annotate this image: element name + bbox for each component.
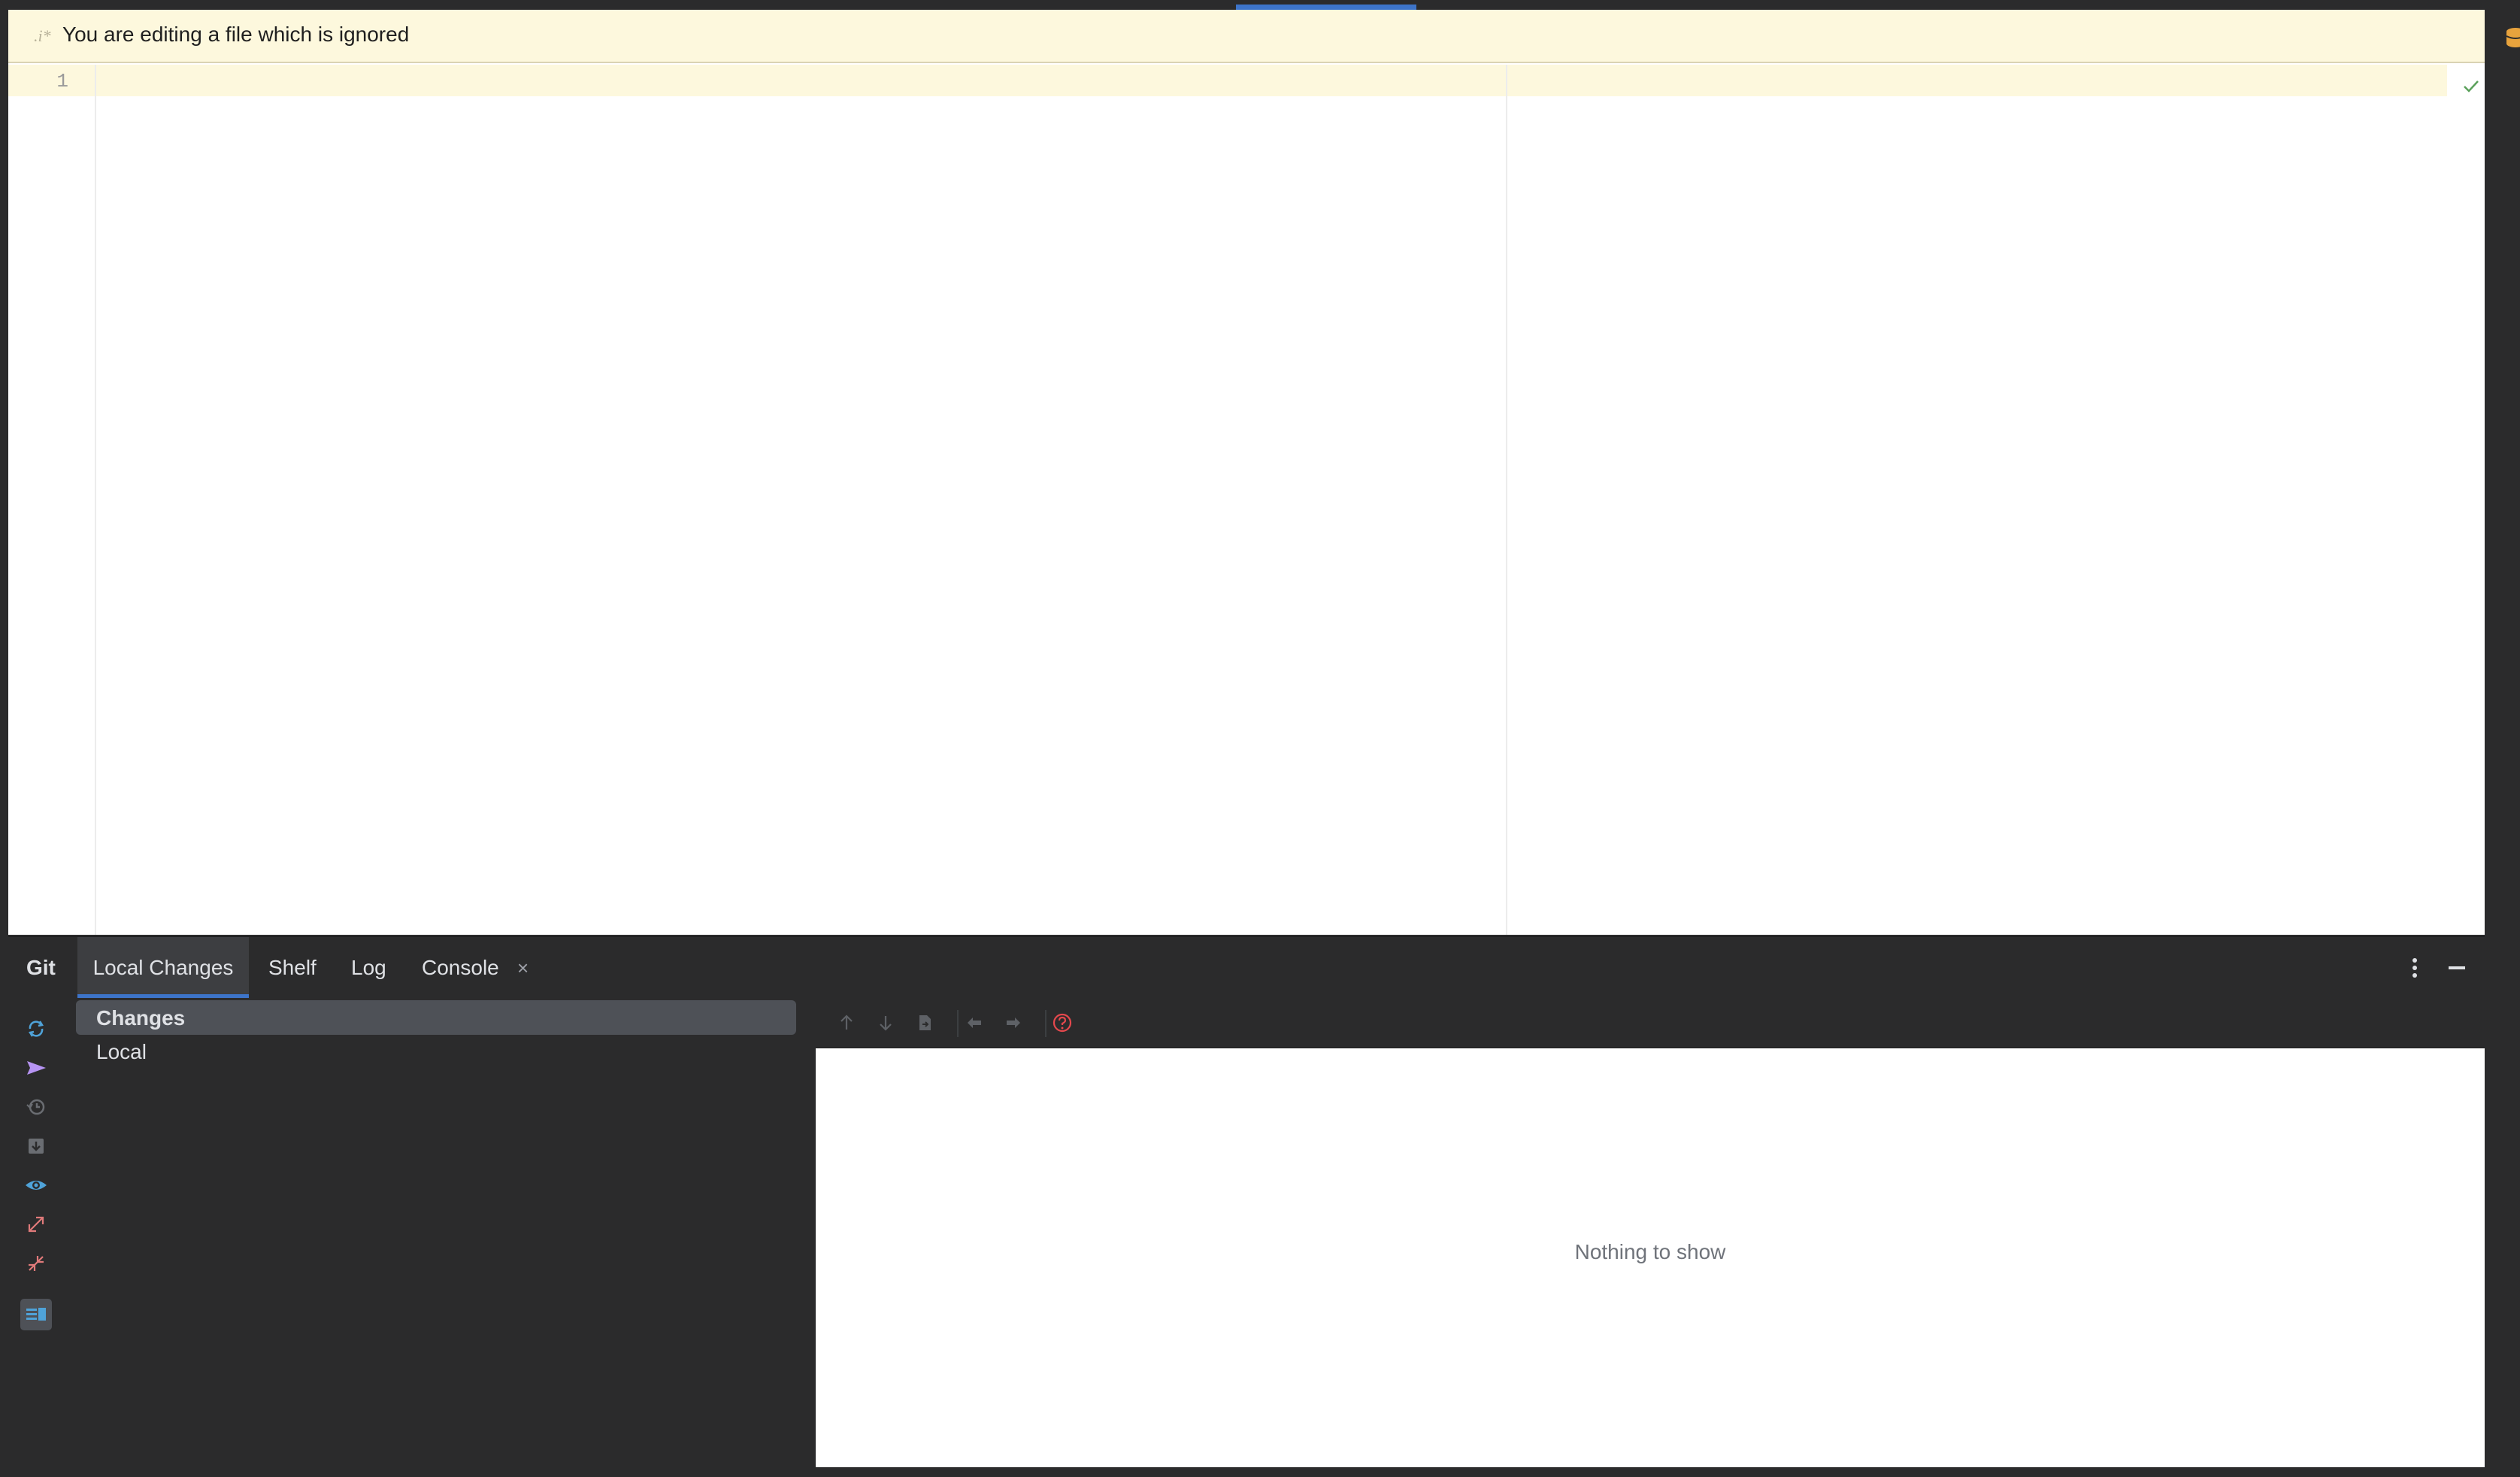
show-diff-preview-icon[interactable] [20, 1299, 52, 1330]
git-tool-window-body: Changes Local Nothing to show [8, 998, 2485, 1467]
tab-console[interactable]: Console [422, 937, 499, 999]
window-bottom-edge [0, 1467, 2520, 1477]
banner-message: You are editing a file which is ignored [62, 23, 410, 46]
line-number: 1 [56, 70, 68, 93]
expand-icon[interactable] [23, 1212, 49, 1237]
empty-state-text: Nothing to show [1574, 1240, 1726, 1263]
gutter-divider [95, 65, 96, 935]
current-line-highlight [8, 65, 2447, 96]
push-arrow-icon[interactable] [23, 1055, 49, 1081]
ignored-file-banner: .i* You are editing a file which is igno… [8, 10, 2485, 63]
diff-toolbar [816, 998, 2485, 1048]
git-tool-window-header: Git Local Changes Shelf Log Console × [8, 936, 2485, 999]
up-arrow-icon[interactable] [835, 1011, 858, 1034]
tab-shelf[interactable]: Shelf [268, 937, 317, 999]
refresh-icon[interactable] [23, 1016, 49, 1042]
tab-log[interactable]: Log [351, 937, 386, 999]
changes-toolbar [8, 998, 65, 1467]
tree-item-local[interactable]: Local [96, 1040, 147, 1064]
active-editor-tab-indicator [1236, 5, 1416, 10]
right-margin-guide [1506, 65, 1507, 935]
eye-icon[interactable] [23, 1172, 49, 1198]
tool-window-title: Git [26, 956, 56, 979]
help-icon[interactable] [1051, 1011, 1074, 1034]
svg-text:.i*: .i* [34, 26, 51, 45]
next-diff-icon[interactable] [1002, 1011, 1025, 1034]
tree-item-changes[interactable]: Changes [76, 1000, 796, 1035]
toolbar-separator [957, 1010, 959, 1037]
diff-content-area: Nothing to show [816, 1048, 2485, 1467]
more-options-icon[interactable] [2403, 955, 2426, 981]
collapse-icon[interactable] [23, 1251, 49, 1276]
close-icon[interactable]: × [517, 957, 529, 979]
previous-diff-icon[interactable] [963, 1011, 986, 1034]
changes-tree: Changes Local [74, 998, 803, 1467]
shelve-icon[interactable] [23, 1133, 49, 1159]
checkmark-icon[interactable] [2461, 76, 2482, 97]
editor[interactable]: .i* You are editing a file which is igno… [8, 10, 2485, 935]
right-tool-stripe [2485, 10, 2520, 1467]
minimize-icon[interactable] [2444, 955, 2470, 981]
changelist-label: Changes [96, 1006, 186, 1030]
diff-preview-pane: Nothing to show [816, 998, 2485, 1467]
rollback-icon[interactable] [23, 1094, 49, 1120]
database-icon[interactable] [2500, 26, 2520, 51]
jump-to-source-icon[interactable] [913, 1011, 936, 1034]
toolbar-separator [1045, 1010, 1046, 1037]
tab-local-changes[interactable]: Local Changes [77, 937, 249, 999]
down-arrow-icon[interactable] [874, 1011, 897, 1034]
ignored-file-icon: .i* [31, 23, 65, 49]
